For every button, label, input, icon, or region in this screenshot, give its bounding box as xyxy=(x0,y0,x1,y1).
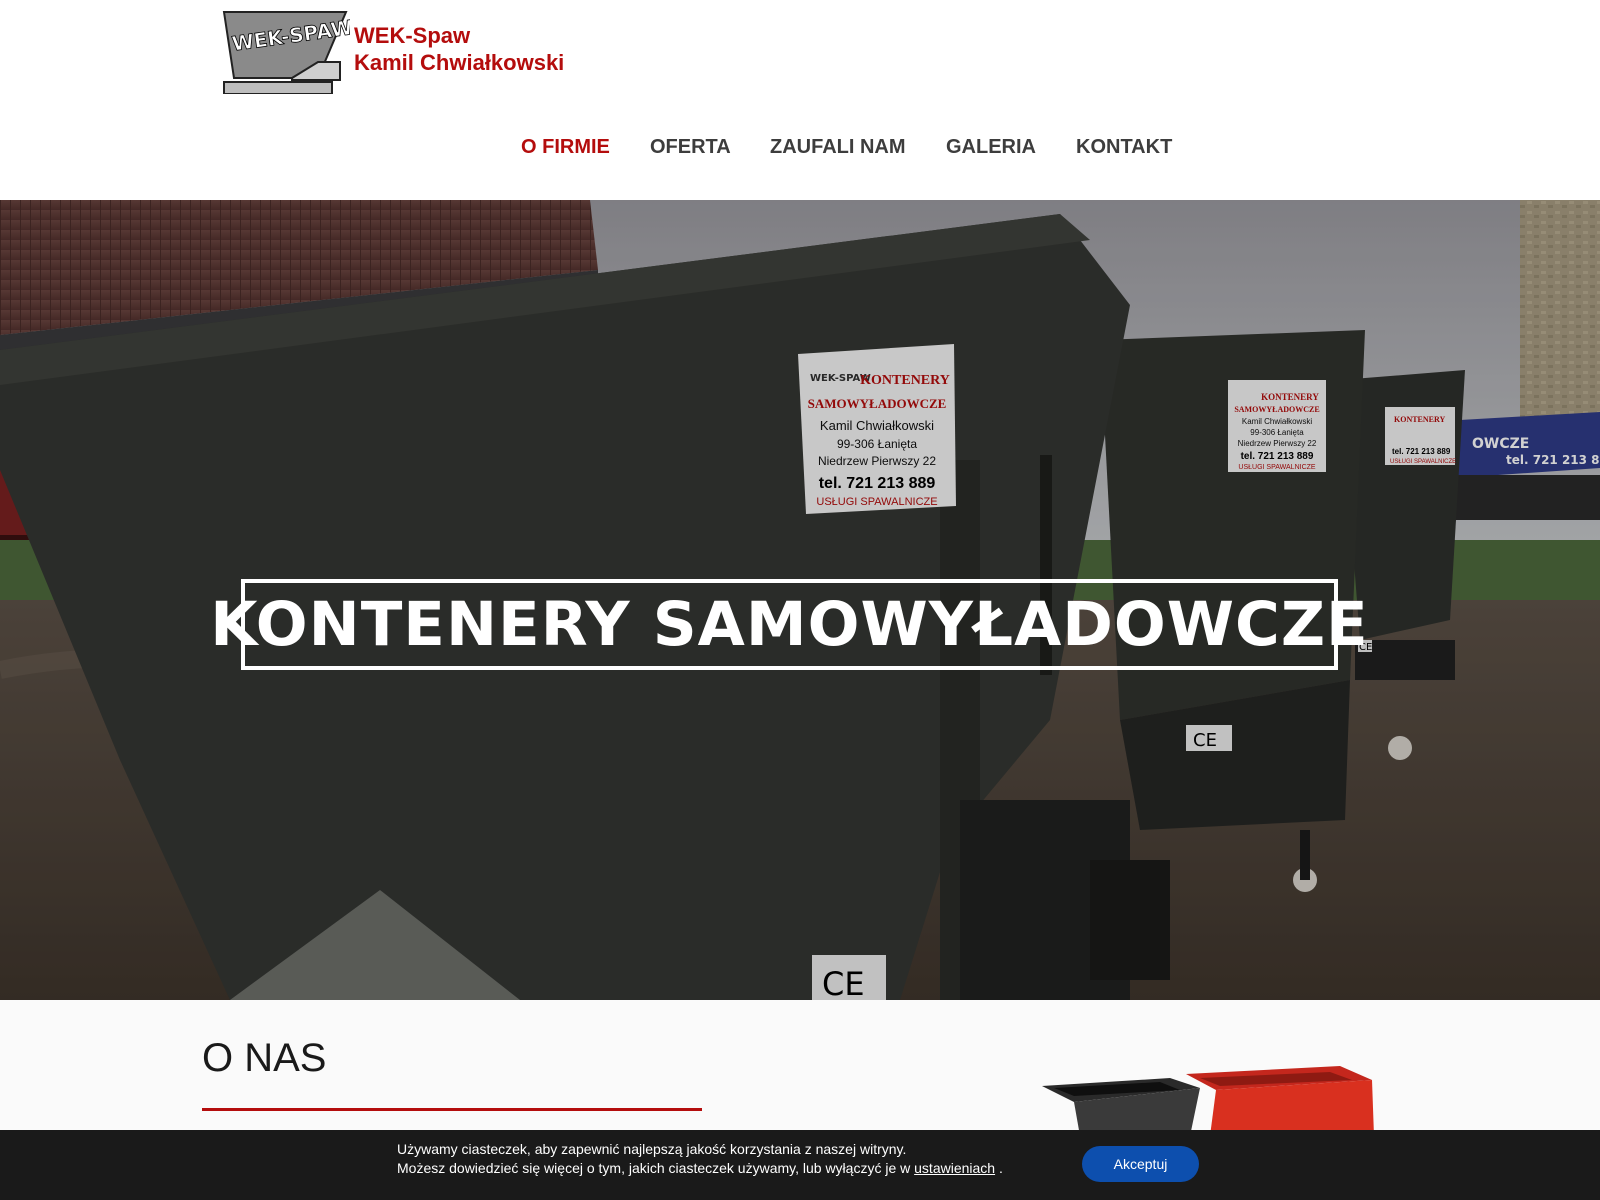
main-nav: O FIRMIE OFERTA ZAUFALI NAM GALERIA KONT… xyxy=(0,136,1600,176)
cookie-consent-bar: Używamy ciasteczek, aby zapewnić najleps… xyxy=(0,1130,1600,1200)
site-logo[interactable]: WEK-SPAW WEK-Spaw Kamil Chwiałkowski xyxy=(222,10,592,94)
about-divider xyxy=(202,1108,702,1111)
site-header: WEK-SPAW WEK-Spaw Kamil Chwiałkowski O F… xyxy=(0,0,1600,200)
about-title: O NAS xyxy=(202,1036,327,1080)
cookie-line-2-prefix: Możesz dowiedzieć się więcej o tym, jaki… xyxy=(397,1160,911,1176)
cookie-accept-button[interactable]: Akceptuj xyxy=(1082,1146,1199,1182)
nav-item-o-firmie[interactable]: O FIRMIE xyxy=(521,136,610,159)
hero-title-box: KONTENERY SAMOWYŁADOWCZE xyxy=(210,579,1368,670)
brand-name: WEK-Spaw xyxy=(354,23,471,48)
nav-item-oferta[interactable]: OFERTA xyxy=(650,136,731,159)
cookie-line-2-suffix: . xyxy=(998,1160,1003,1176)
nav-item-kontakt[interactable]: KONTAKT xyxy=(1076,136,1172,159)
logo-text: WEK-Spaw Kamil Chwiałkowski xyxy=(354,22,564,76)
brand-owner: Kamil Chwiałkowski xyxy=(354,50,565,75)
hero-title: KONTENERY SAMOWYŁADOWCZE xyxy=(210,589,1369,660)
logo-mark-icon: WEK-SPAW xyxy=(222,11,350,94)
hero-section: OWCZE tel. 721 213 889 KONTENERY tel. 72… xyxy=(0,200,1600,1000)
nav-item-galeria[interactable]: GALERIA xyxy=(946,136,1036,159)
cookie-line-1: Używamy ciasteczek, aby zapewnić najleps… xyxy=(397,1141,907,1157)
containers-product-image xyxy=(1042,1066,1374,1136)
cookie-message: Używamy ciasteczek, aby zapewnić najleps… xyxy=(397,1140,1003,1178)
cookie-settings-link[interactable]: ustawieniach xyxy=(914,1160,995,1176)
cookie-line-2: Możesz dowiedzieć się więcej o tym, jaki… xyxy=(397,1159,1003,1178)
nav-item-zaufali-nam[interactable]: ZAUFALI NAM xyxy=(770,136,906,159)
